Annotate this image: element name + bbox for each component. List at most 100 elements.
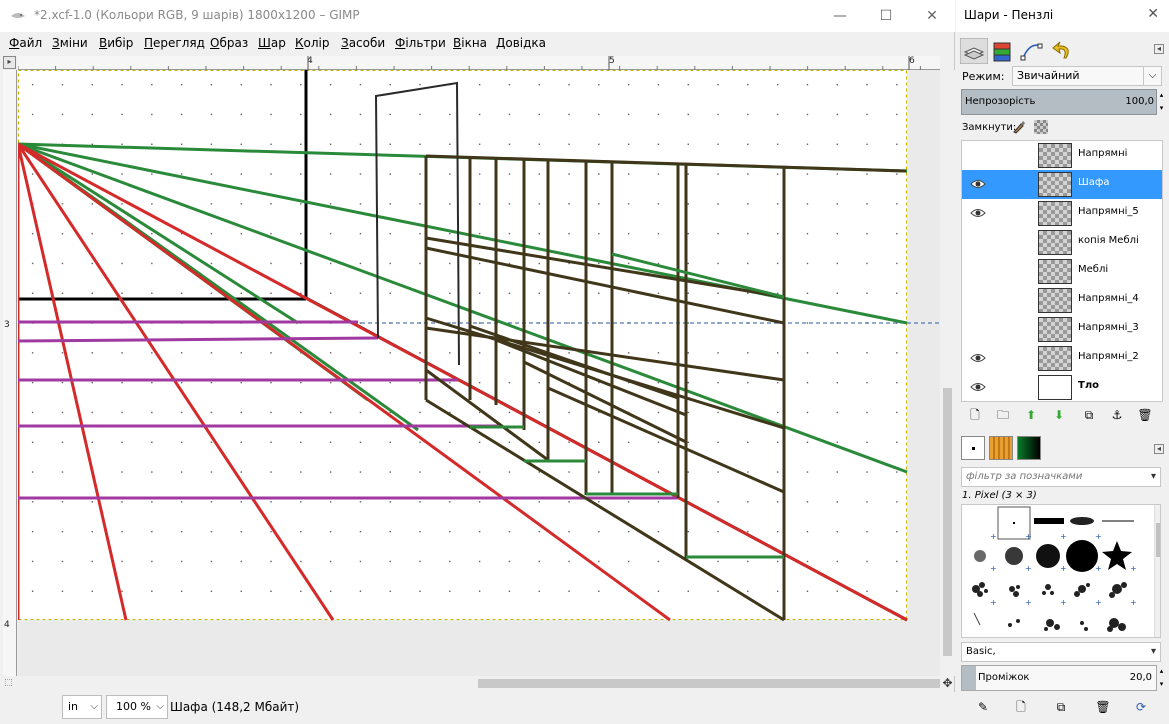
layers-list[interactable]: Напрямні Шафа Напрямні_5 копія Меблі Меблі На… <box>961 140 1163 402</box>
layer-row[interactable]: Тло <box>962 373 1162 401</box>
visibility-eye-icon[interactable] <box>970 381 986 393</box>
vertical-scrollbar[interactable] <box>940 70 955 676</box>
panel-menu-icon[interactable]: ◂ <box>1154 44 1164 54</box>
duplicate-brush-icon[interactable]: ⧉ <box>1053 699 1069 715</box>
layer-thumbnail <box>1038 143 1072 168</box>
horizontal-ruler[interactable]: 4 5 6 <box>18 56 940 70</box>
new-group-icon[interactable]: 🗀 <box>995 407 1011 423</box>
zoom-to-fit-icon[interactable]: ⬚ <box>4 678 13 688</box>
zoom-selector[interactable]: 100 % ⌵ <box>106 695 168 719</box>
brush-set-value: Basic, <box>966 646 996 657</box>
brush-tag-filter[interactable]: фільтр за позначками ▾ <box>961 467 1161 487</box>
layer-row[interactable]: Напрямні_4 <box>962 286 1162 315</box>
svg-text:+: + <box>990 532 997 541</box>
layer-name: Тло <box>1078 380 1100 391</box>
anchor-layer-icon[interactable]: ⚓ <box>1109 407 1125 423</box>
gradients-tab[interactable] <box>1017 436 1041 460</box>
delete-brush-icon[interactable]: 🗑 <box>1095 699 1111 715</box>
status-info: Шафа (148,2 Мбайт) <box>170 700 300 714</box>
brush-grid[interactable]: + + + + + + + + + + + + + + <box>961 504 1161 638</box>
svg-text:+: + <box>1060 598 1067 607</box>
layer-row[interactable]: Напрямні_2 <box>962 344 1162 373</box>
new-brush-icon[interactable]: 🗋 <box>1013 699 1029 715</box>
opacity-slider[interactable]: Непрозорість 100,0 <box>961 89 1157 115</box>
unit-selector[interactable]: in ⌵ <box>62 695 102 719</box>
duplicate-layer-icon[interactable]: ⧉ <box>1081 407 1097 423</box>
visibility-eye-icon[interactable] <box>970 352 986 364</box>
layer-thumbnail <box>1038 172 1072 197</box>
mode-select[interactable]: Звичайний ⌵ <box>1012 66 1162 86</box>
menu-tools[interactable]: Засоби <box>341 36 385 50</box>
layer-row[interactable]: копія Меблі <box>962 228 1162 257</box>
close-icon[interactable]: ✕ <box>1147 6 1159 22</box>
panel-menu-icon[interactable]: ◂ <box>1154 444 1164 454</box>
opacity-label: Непрозорість <box>965 96 1036 107</box>
menu-help[interactable]: Довідка <box>496 36 546 50</box>
gimp-image-window: *2.xcf-1.0 (Кольори RGB, 9 шарів) 1800x1… <box>0 0 955 724</box>
ruler-label: 4 <box>4 620 10 630</box>
brush-scrollbar[interactable] <box>1154 505 1160 637</box>
paths-tab-icon[interactable] <box>1018 38 1046 64</box>
spacing-value: 20,0 <box>1129 672 1152 683</box>
edit-brush-icon[interactable]: ✎ <box>975 699 991 715</box>
maximize-button[interactable]: ☐ <box>863 0 909 32</box>
chevron-down-icon[interactable]: ⌵ <box>1143 67 1161 85</box>
lock-pixels-brush-icon[interactable] <box>1012 120 1026 134</box>
visibility-eye-icon[interactable] <box>970 236 986 248</box>
brush-actions: ✎ 🗋 ⧉ 🗑 ⟳ <box>961 696 1163 718</box>
patterns-tab[interactable] <box>989 436 1013 460</box>
visibility-eye-icon[interactable] <box>970 149 986 161</box>
layer-name: Напрямні_2 <box>1078 351 1139 362</box>
menu-filters[interactable]: Фільтри <box>395 36 446 50</box>
menu-windows[interactable]: Вікна <box>453 36 487 50</box>
raise-layer-icon[interactable]: ⬆ <box>1023 407 1039 423</box>
lower-layer-icon[interactable]: ⬇ <box>1051 407 1067 423</box>
layer-row[interactable]: Меблі <box>962 257 1162 286</box>
visibility-eye-icon[interactable] <box>970 294 986 306</box>
channels-tab-icon[interactable] <box>988 38 1016 64</box>
brush-set-select[interactable]: Basic, ▾ <box>961 642 1161 662</box>
menu-select[interactable]: Вибір <box>99 36 133 50</box>
vertical-scroll-thumb[interactable] <box>943 388 952 656</box>
svg-text:+: + <box>1025 598 1032 607</box>
layer-thumbnail <box>1038 375 1072 400</box>
visibility-eye-icon[interactable] <box>970 265 986 277</box>
layer-row[interactable]: Шафа <box>962 170 1162 199</box>
undo-history-tab-icon[interactable] <box>1048 38 1076 64</box>
status-bar: in ⌵ 100 % ⌵ Шафа (148,2 Мбайт) <box>0 692 955 724</box>
layer-name: Напрямні <box>1078 148 1128 159</box>
menu-view[interactable]: Перегляд <box>144 36 205 50</box>
brushes-tab[interactable] <box>961 436 985 460</box>
vertical-ruler[interactable]: 3 4 <box>3 70 17 676</box>
horizontal-scroll-thumb[interactable] <box>478 679 940 688</box>
layer-row[interactable]: Напрямні_3 <box>962 315 1162 344</box>
quick-mask-toggle[interactable]: ▸ <box>3 56 16 69</box>
svg-text:+: + <box>1025 564 1032 573</box>
image-canvas[interactable] <box>18 70 940 676</box>
refresh-brushes-icon[interactable]: ⟳ <box>1133 699 1149 715</box>
menu-edit[interactable]: Зміни <box>52 36 88 50</box>
layer-row[interactable]: Напрямні <box>962 141 1162 170</box>
spacing-stepper[interactable]: ▴ ▾ <box>1158 665 1165 691</box>
menu-image[interactable]: Образ <box>210 36 248 50</box>
opacity-stepper[interactable]: ▴ ▾ <box>1158 89 1165 115</box>
layer-row[interactable]: Напрямні_5 <box>962 199 1162 228</box>
navigate-icon[interactable]: ✥ <box>940 676 955 690</box>
menu-colors[interactable]: Колір <box>295 36 330 50</box>
layer-name: копія Меблі <box>1078 235 1139 246</box>
visibility-eye-icon[interactable] <box>970 178 986 190</box>
layers-tab-icon[interactable] <box>960 38 988 64</box>
visibility-eye-icon[interactable] <box>970 207 986 219</box>
visibility-eye-icon[interactable] <box>970 323 986 335</box>
spacing-slider[interactable]: Проміжок 20,0 <box>961 665 1157 691</box>
close-button[interactable]: ✕ <box>909 0 955 32</box>
delete-layer-icon[interactable]: 🗑 <box>1137 407 1153 423</box>
minimize-button[interactable]: — <box>817 0 863 32</box>
new-layer-icon[interactable]: 🗋 <box>967 407 983 423</box>
layer-name: Напрямні_5 <box>1078 206 1139 217</box>
horizontal-scrollbar[interactable] <box>18 676 940 690</box>
lock-alpha-icon[interactable] <box>1034 120 1048 134</box>
brush-scroll-thumb[interactable] <box>1156 523 1160 557</box>
menu-layer[interactable]: Шар <box>258 36 286 50</box>
menu-file[interactable]: Файл <box>9 36 42 50</box>
